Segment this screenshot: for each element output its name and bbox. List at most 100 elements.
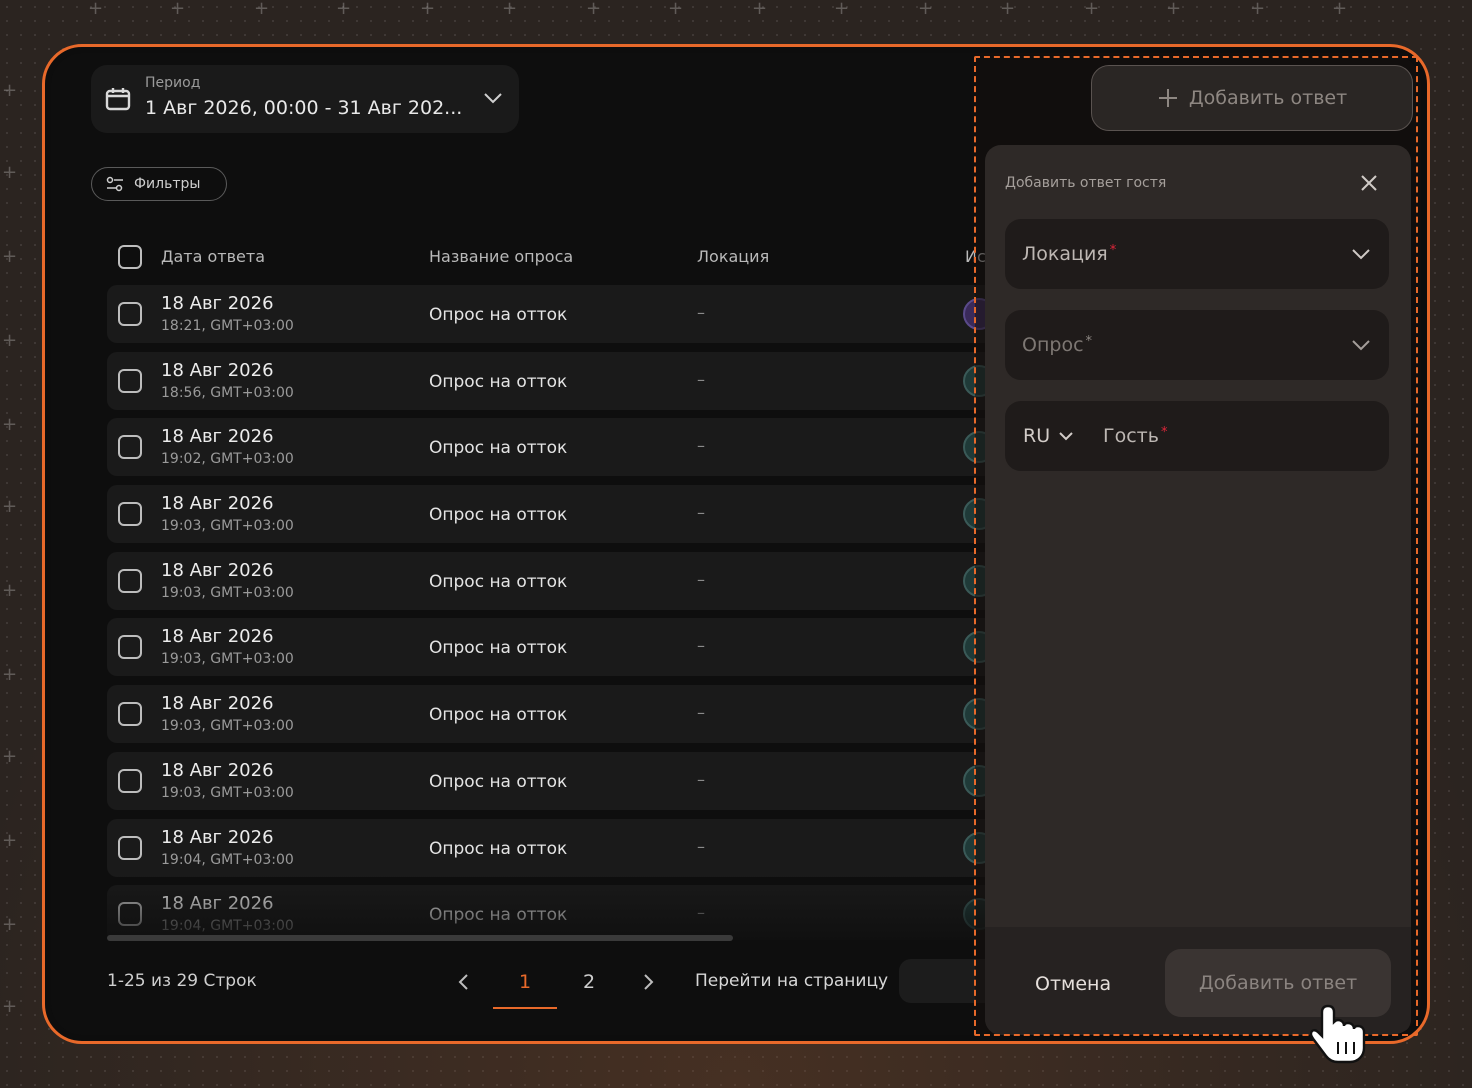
- row-survey: Опрос на отток: [429, 571, 568, 592]
- table-row[interactable]: 18 Авг 2026 19:02, GMT+03:00 Опрос на от…: [107, 418, 1007, 477]
- bg-plus-icon: +: [2, 80, 18, 101]
- table-row[interactable]: 18 Авг 2026 19:03, GMT+03:00 Опрос на от…: [107, 618, 1007, 677]
- bg-plus-icon: +: [420, 0, 436, 19]
- bg-plus-icon: +: [1084, 0, 1100, 19]
- table-row[interactable]: 18 Авг 2026 19:03, GMT+03:00 Опрос на от…: [107, 485, 1007, 544]
- table-row[interactable]: 18 Авг 2026 19:04, GMT+03:00 Опрос на от…: [107, 818, 1007, 877]
- bg-plus-icon: +: [1250, 0, 1266, 19]
- row-survey: Опрос на отток: [429, 905, 568, 926]
- row-checkbox[interactable]: [118, 502, 142, 527]
- row-date: 18 Авг 2026: [161, 493, 274, 515]
- row-date: 18 Авг 2026: [161, 826, 274, 848]
- table-row[interactable]: 18 Авг 2026 19:03, GMT+03:00 Опрос на от…: [107, 551, 1007, 610]
- sliders-icon: [106, 176, 123, 192]
- pagination-info: 1-25 из 29 Строк: [107, 971, 257, 991]
- row-time: 19:03, GMT+03:00: [161, 651, 294, 668]
- row-time: 19:04, GMT+03:00: [161, 918, 294, 935]
- bg-plus-icon: +: [2, 330, 18, 351]
- chevron-down-icon: [1352, 249, 1370, 260]
- row-checkbox[interactable]: [118, 768, 142, 793]
- row-location: –: [697, 369, 705, 389]
- row-time: 19:04, GMT+03:00: [161, 851, 294, 868]
- survey-select[interactable]: Опрос *: [1005, 310, 1389, 380]
- bg-plus-icon: +: [1000, 0, 1016, 19]
- row-date: 18 Авг 2026: [161, 293, 274, 314]
- row-checkbox[interactable]: [118, 702, 142, 727]
- bg-plus-icon: +: [918, 0, 934, 19]
- bg-plus-icon: +: [2, 414, 18, 435]
- language-code: RU: [1023, 425, 1051, 447]
- row-checkbox[interactable]: [118, 835, 142, 860]
- add-guest-answer-panel: Добавить ответ гостя Локация * Опрос * R…: [985, 145, 1411, 1035]
- table-row[interactable]: 18 Авг 2026 18:56, GMT+03:00 Опрос на от…: [107, 351, 1007, 410]
- horizontal-scrollbar[interactable]: [107, 935, 733, 941]
- close-icon[interactable]: [1357, 171, 1381, 195]
- bg-plus-icon: +: [336, 0, 352, 19]
- filters-button[interactable]: Фильтры: [91, 167, 227, 201]
- panel-title: Добавить ответ гостя: [1005, 175, 1167, 191]
- period-label: Период: [145, 75, 201, 91]
- row-checkbox[interactable]: [118, 568, 142, 593]
- table-header: Дата ответа Название опроса Локация Ис: [107, 243, 1007, 273]
- bg-plus-icon: +: [2, 914, 18, 935]
- bg-plus-icon: +: [2, 664, 18, 685]
- filters-label: Фильтры: [134, 176, 201, 192]
- row-location: –: [697, 303, 705, 322]
- bg-plus-icon: +: [834, 0, 850, 19]
- header-location[interactable]: Локация: [697, 247, 769, 266]
- chevron-left-icon[interactable]: [457, 973, 471, 991]
- header-survey[interactable]: Название опроса: [429, 247, 573, 266]
- bg-plus-icon: +: [1332, 0, 1348, 19]
- period-value: 1 Авг 2026, 00:00 - 31 Авг 202...: [145, 97, 463, 119]
- add-answer-button[interactable]: Добавить ответ: [1091, 65, 1413, 131]
- page-1-button[interactable]: 1: [519, 971, 531, 993]
- location-select[interactable]: Локация *: [1005, 219, 1389, 289]
- language-selector[interactable]: RU: [1023, 425, 1074, 447]
- row-location: –: [697, 769, 705, 789]
- table-row[interactable]: 18 Авг 2026 19:03, GMT+03:00 Опрос на от…: [107, 751, 1007, 810]
- bg-plus-icon: +: [2, 580, 18, 601]
- row-date: 18 Авг 2026: [161, 559, 274, 581]
- chevron-down-icon: [484, 93, 502, 104]
- hand-cursor-icon: [1310, 1004, 1366, 1064]
- bg-plus-icon: +: [668, 0, 684, 19]
- bg-plus-icon: +: [2, 162, 18, 183]
- row-time: 19:03, GMT+03:00: [161, 584, 294, 601]
- row-date: 18 Авг 2026: [161, 893, 274, 915]
- plus-icon: [1158, 89, 1177, 107]
- period-selector[interactable]: Период 1 Авг 2026, 00:00 - 31 Авг 202...: [91, 65, 519, 133]
- row-time: 19:03, GMT+03:00: [161, 718, 294, 735]
- row-location: –: [697, 836, 705, 856]
- row-time: 19:02, GMT+03:00: [161, 451, 294, 468]
- row-checkbox[interactable]: [118, 902, 142, 927]
- goto-page-label: Перейти на страницу: [695, 971, 889, 991]
- bg-plus-icon: +: [2, 496, 18, 517]
- page-2-button[interactable]: 2: [583, 971, 595, 993]
- row-survey: Опрос на отток: [429, 838, 568, 859]
- app-screen: Период 1 Авг 2026, 00:00 - 31 Авг 202...…: [51, 53, 1421, 1035]
- bg-plus-icon: +: [170, 0, 186, 19]
- row-survey: Опрос на отток: [429, 305, 568, 325]
- select-all-checkbox[interactable]: [118, 245, 142, 269]
- row-checkbox[interactable]: [118, 368, 142, 393]
- row-survey: Опрос на отток: [429, 638, 568, 659]
- header-date[interactable]: Дата ответа: [161, 247, 265, 266]
- active-page-indicator: [493, 1007, 557, 1009]
- row-location: –: [697, 703, 705, 723]
- row-checkbox[interactable]: [118, 435, 142, 460]
- location-placeholder: Локация: [1022, 243, 1108, 265]
- row-survey: Опрос на отток: [429, 505, 568, 526]
- cancel-button[interactable]: Отмена: [1035, 973, 1111, 995]
- table-row[interactable]: 18 Авг 2026 19:03, GMT+03:00 Опрос на от…: [107, 685, 1007, 744]
- row-checkbox[interactable]: [118, 635, 142, 660]
- required-mark: *: [1109, 243, 1117, 258]
- bg-plus-icon: +: [752, 0, 768, 19]
- bg-plus-icon: +: [2, 746, 18, 767]
- chevron-right-icon[interactable]: [641, 973, 655, 991]
- row-checkbox[interactable]: [118, 302, 142, 326]
- table-row[interactable]: 18 Авг 2026 19:04, GMT+03:00 Опрос на от…: [107, 885, 1007, 940]
- row-survey: Опрос на отток: [429, 771, 568, 792]
- bg-plus-icon: +: [586, 0, 602, 19]
- guest-field[interactable]: RU Гость *: [1005, 401, 1389, 471]
- table-row[interactable]: 18 Авг 2026 18:21, GMT+03:00 Опрос на от…: [107, 285, 1007, 343]
